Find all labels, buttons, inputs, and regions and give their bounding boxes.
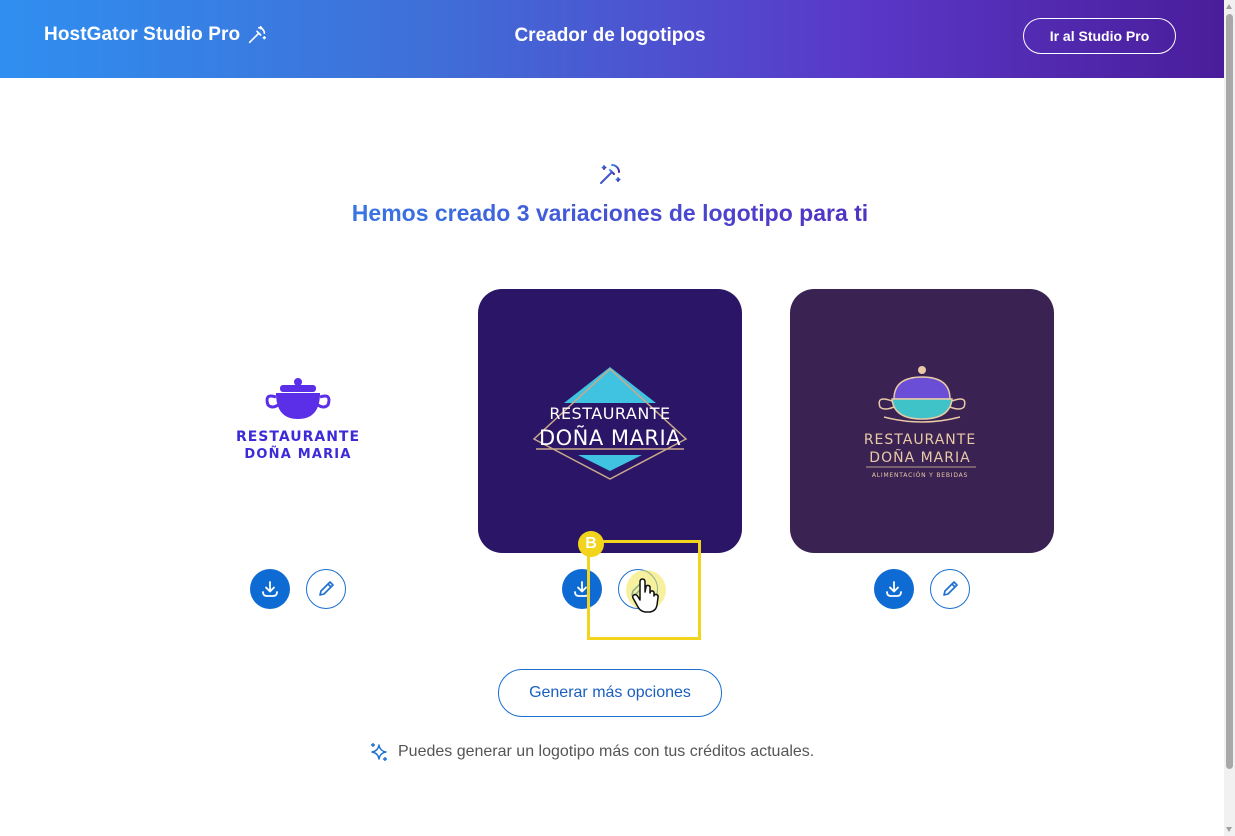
app-header: HostGator Studio Pro Creador de logotipo… [0, 0, 1224, 78]
scroll-up-arrow-icon[interactable] [1226, 4, 1232, 9]
edit-logo-1-button[interactable] [306, 569, 346, 609]
logo-line2: DOÑA MARIA [244, 446, 351, 462]
logo-image: RESTAURANTE DOÑA MARIA ALIMENTACIÓN Y BE… [864, 366, 976, 479]
scroll-thumb[interactable] [1226, 14, 1233, 769]
logo-variation-3[interactable]: RESTAURANTE DOÑA MARIA ALIMENTACIÓN Y BE… [790, 289, 1054, 553]
sparkle-icon [371, 743, 387, 761]
logo-line2: DOÑA MARIA [539, 424, 681, 450]
logo-line1: RESTAURANTE [236, 429, 360, 445]
download-icon [262, 581, 278, 597]
pencil-icon [943, 581, 958, 596]
magic-wand-icon [600, 164, 621, 184]
highlight-badge: B [578, 531, 604, 557]
edit-logo-3-button[interactable] [930, 569, 970, 609]
download-logo-3-button[interactable] [874, 569, 914, 609]
generate-more-options-button[interactable]: Generar más opciones [498, 669, 722, 717]
pencil-icon [319, 581, 334, 596]
download-icon [886, 581, 902, 597]
logo-image: RESTAURANTE DOÑA MARIA [236, 378, 360, 462]
vertical-scrollbar[interactable] [1224, 0, 1235, 836]
credits-text: Puedes generar un logotipo más con tus c… [398, 743, 815, 760]
hand-cursor-icon [631, 578, 659, 613]
logo-line2: DOÑA MARIA [869, 449, 970, 466]
logo-variation-2[interactable]: RESTAURANTE DOÑA MARIA [478, 289, 742, 553]
logo-image: RESTAURANTE DOÑA MARIA [532, 367, 688, 480]
go-to-studio-button[interactable]: Ir al Studio Pro [1023, 18, 1176, 54]
logo-variation-1[interactable]: RESTAURANTE DOÑA MARIA [166, 289, 430, 553]
logo-tagline: ALIMENTACIÓN Y BEBIDAS [872, 472, 968, 479]
scroll-down-arrow-icon[interactable] [1226, 827, 1232, 832]
logo-line1: RESTAURANTE [864, 432, 976, 448]
download-logo-1-button[interactable] [250, 569, 290, 609]
credits-notice: Puedes generar un logotipo más con tus c… [368, 741, 814, 763]
results-headline: Hemos creado 3 variaciones de logotipo p… [0, 200, 1220, 227]
logo-line1: RESTAURANTE [549, 404, 670, 423]
